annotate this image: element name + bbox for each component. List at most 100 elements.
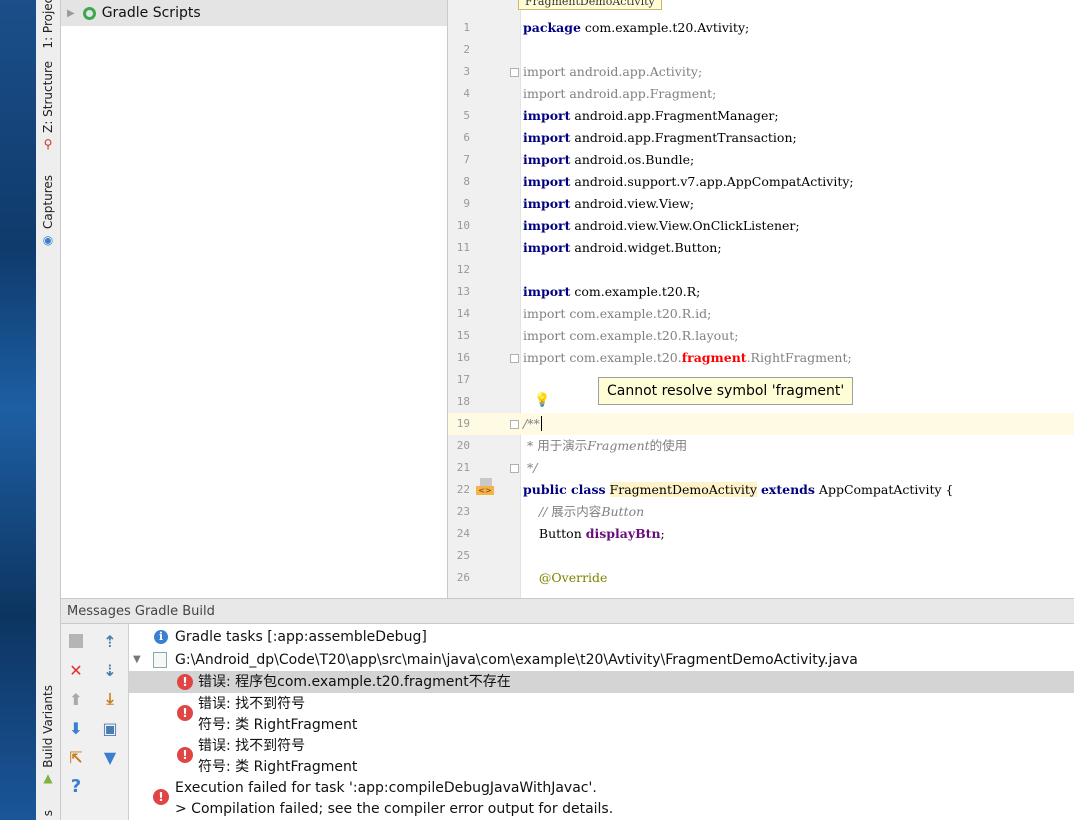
line-number: 5 [463, 109, 470, 122]
tab-structure[interactable]: Z: Structure ⚲ [36, 56, 60, 156]
code-token: android.support.v7.app.AppCompatActivity… [570, 174, 854, 189]
collapse-arrow-icon[interactable]: ▼ [133, 649, 141, 671]
code-line[interactable]: 15 import com.example.t20.R.layout; [448, 325, 1074, 347]
code-token: fragment [681, 350, 747, 365]
settings-window-icon[interactable]: ▣ [99, 717, 121, 739]
close-icon[interactable]: ✕ [65, 659, 87, 681]
code-text: package com.example.t20.Avtivity; [523, 17, 749, 39]
code-line[interactable]: 23 // 展示内容Button [448, 501, 1074, 523]
lightbulb-icon[interactable]: 💡 [534, 393, 550, 408]
code-text: import android.app.FragmentManager; [523, 105, 779, 127]
fold-marker-icon[interactable] [510, 420, 519, 429]
code-line[interactable]: 7 import android.os.Bundle; [448, 149, 1074, 171]
message-row-execution-failed[interactable]: ! Execution failed for task ':app:compil… [129, 777, 1074, 821]
code-line[interactable]: 4 import android.app.Fragment; [448, 83, 1074, 105]
android-icon: ▲ [43, 771, 53, 786]
code-line[interactable]: 9 import android.view.View; [448, 193, 1074, 215]
code-text: import com.example.t20.R; [523, 281, 700, 303]
code-token: import com.example.t20.R.id; [523, 306, 712, 321]
message-row-gradle-tasks[interactable]: i Gradle tasks [:app:assembleDebug] [129, 626, 1074, 648]
code-line[interactable]: 8 import android.support.v7.app.AppCompat… [448, 171, 1074, 193]
rerun-button[interactable] [65, 630, 87, 652]
desktop-background [0, 0, 36, 820]
code-line[interactable]: 16 import com.example.t20.fragment.RightF… [448, 347, 1074, 369]
message-row-error-2[interactable]: ! 错误: 找不到符号 符号: 类 RightFragment [129, 693, 1074, 737]
code-token: 展示内容 [551, 504, 602, 519]
code-token: Fragment [587, 438, 650, 453]
fold-marker-icon[interactable] [510, 354, 519, 363]
code-token: /** [523, 416, 540, 431]
code-token: import android.app.Activity; [523, 64, 703, 79]
code-line[interactable]: 19 /** [448, 413, 1074, 435]
class-override-gutter-icon[interactable]: <> [476, 478, 496, 498]
message-row-file[interactable]: ▼ G:\Android_dp\Code\T20\app\src\main\ja… [129, 649, 1074, 671]
expand-arrow-icon[interactable]: ▶ [67, 8, 75, 19]
help-icon[interactable]: ? [65, 775, 87, 797]
code-token: FragmentDemoActivity [609, 482, 757, 497]
line-number: 10 [456, 219, 470, 232]
code-token: import [523, 152, 571, 167]
message-text: 错误: 找不到符号 [198, 738, 306, 754]
filter-icon[interactable]: ▼ [99, 746, 121, 768]
line-number: 23 [456, 505, 470, 518]
open-file-icon[interactable]: ⇱ [65, 746, 87, 768]
tree-row-label: Gradle Scripts [101, 5, 201, 21]
code-line[interactable]: 10 import android.view.View.OnClickListen… [448, 215, 1074, 237]
code-text: /** [523, 413, 546, 435]
expand-all-icon[interactable]: ⇡ [99, 630, 121, 652]
code-editor[interactable]: FragmentDemoActivity 1 package com.exampl… [448, 0, 1074, 598]
code-text: import android.os.Bundle; [523, 149, 694, 171]
next-arrow-icon[interactable]: ⬇ [65, 717, 87, 739]
code-text: import android.view.View.OnClickListener… [523, 215, 800, 237]
tab-build-variants[interactable]: Build Variants ▲ [36, 680, 60, 790]
fold-marker-icon[interactable] [510, 68, 519, 77]
tree-row-gradle-scripts[interactable]: ▶ Gradle Scripts [61, 0, 447, 26]
tab-project[interactable]: 1: Project [36, 0, 60, 48]
error-icon: ! [177, 705, 193, 721]
code-line[interactable]: 24 Button displayBtn; [448, 523, 1074, 545]
java-file-icon [153, 652, 167, 668]
message-detail: 符号: 类 RightFragment [198, 717, 358, 733]
code-line[interactable]: 13 import com.example.t20.R; [448, 281, 1074, 303]
file-tab-hint: FragmentDemoActivity [518, 0, 662, 10]
message-text: 错误: 找不到符号 [198, 696, 306, 712]
gradle-icon [82, 6, 96, 20]
export-icon[interactable]: ⤓ [99, 688, 121, 710]
fold-marker-icon[interactable] [510, 464, 519, 473]
code-token: import [523, 284, 571, 299]
tab-bottom-partial[interactable]: s [36, 806, 60, 820]
code-line[interactable]: 21 */ [448, 457, 1074, 479]
code-text: public class FragmentDemoActivity extend… [523, 479, 954, 501]
code-token: android.widget.Button; [570, 240, 722, 255]
tab-captures[interactable]: Captures ◉ [36, 170, 60, 252]
info-icon: i [154, 630, 168, 644]
code-token: Button [601, 504, 645, 519]
line-number: 14 [456, 307, 470, 320]
code-text: @Override [523, 567, 608, 589]
code-line[interactable]: 11 import android.widget.Button; [448, 237, 1074, 259]
code-text: import com.example.t20.fragment.RightFra… [523, 347, 852, 369]
code-line[interactable]: 20 * 用于演示Fragment的使用 [448, 435, 1074, 457]
previous-arrow-icon[interactable]: ⬆ [65, 688, 87, 710]
code-line[interactable]: 2 [448, 39, 1074, 61]
message-row-error-3[interactable]: ! 错误: 找不到符号 符号: 类 RightFragment [129, 735, 1074, 779]
code-line[interactable]: 22 public class FragmentDemoActivity exte… [448, 479, 1074, 501]
code-line[interactable]: 6 import android.app.FragmentTransaction; [448, 127, 1074, 149]
code-line[interactable]: 3 import android.app.Activity; [448, 61, 1074, 83]
message-row-error-1[interactable]: ! 错误: 程序包com.example.t20.fragment不存在 [129, 671, 1074, 693]
collapse-all-icon[interactable]: ⇣ [99, 659, 121, 681]
code-line[interactable]: 1 package com.example.t20.Avtivity; [448, 17, 1074, 39]
code-line[interactable]: 14 import com.example.t20.R.id; [448, 303, 1074, 325]
messages-tree[interactable]: i Gradle tasks [:app:assembleDebug] ▼ G:… [129, 624, 1074, 820]
code-line[interactable]: 25 [448, 545, 1074, 567]
code-token: import [523, 130, 571, 145]
code-line[interactable]: 26 @Override [448, 567, 1074, 589]
code-token: displayBtn [585, 526, 661, 541]
code-token: android.app.FragmentManager; [570, 108, 779, 123]
tab-project-label: 1: Project [41, 0, 55, 49]
line-number: 2 [463, 43, 470, 56]
code-line[interactable]: 12 [448, 259, 1074, 281]
code-line[interactable]: 5 import android.app.FragmentManager; [448, 105, 1074, 127]
error-tooltip: Cannot resolve symbol 'fragment' [598, 377, 854, 405]
line-number: 9 [463, 197, 470, 210]
